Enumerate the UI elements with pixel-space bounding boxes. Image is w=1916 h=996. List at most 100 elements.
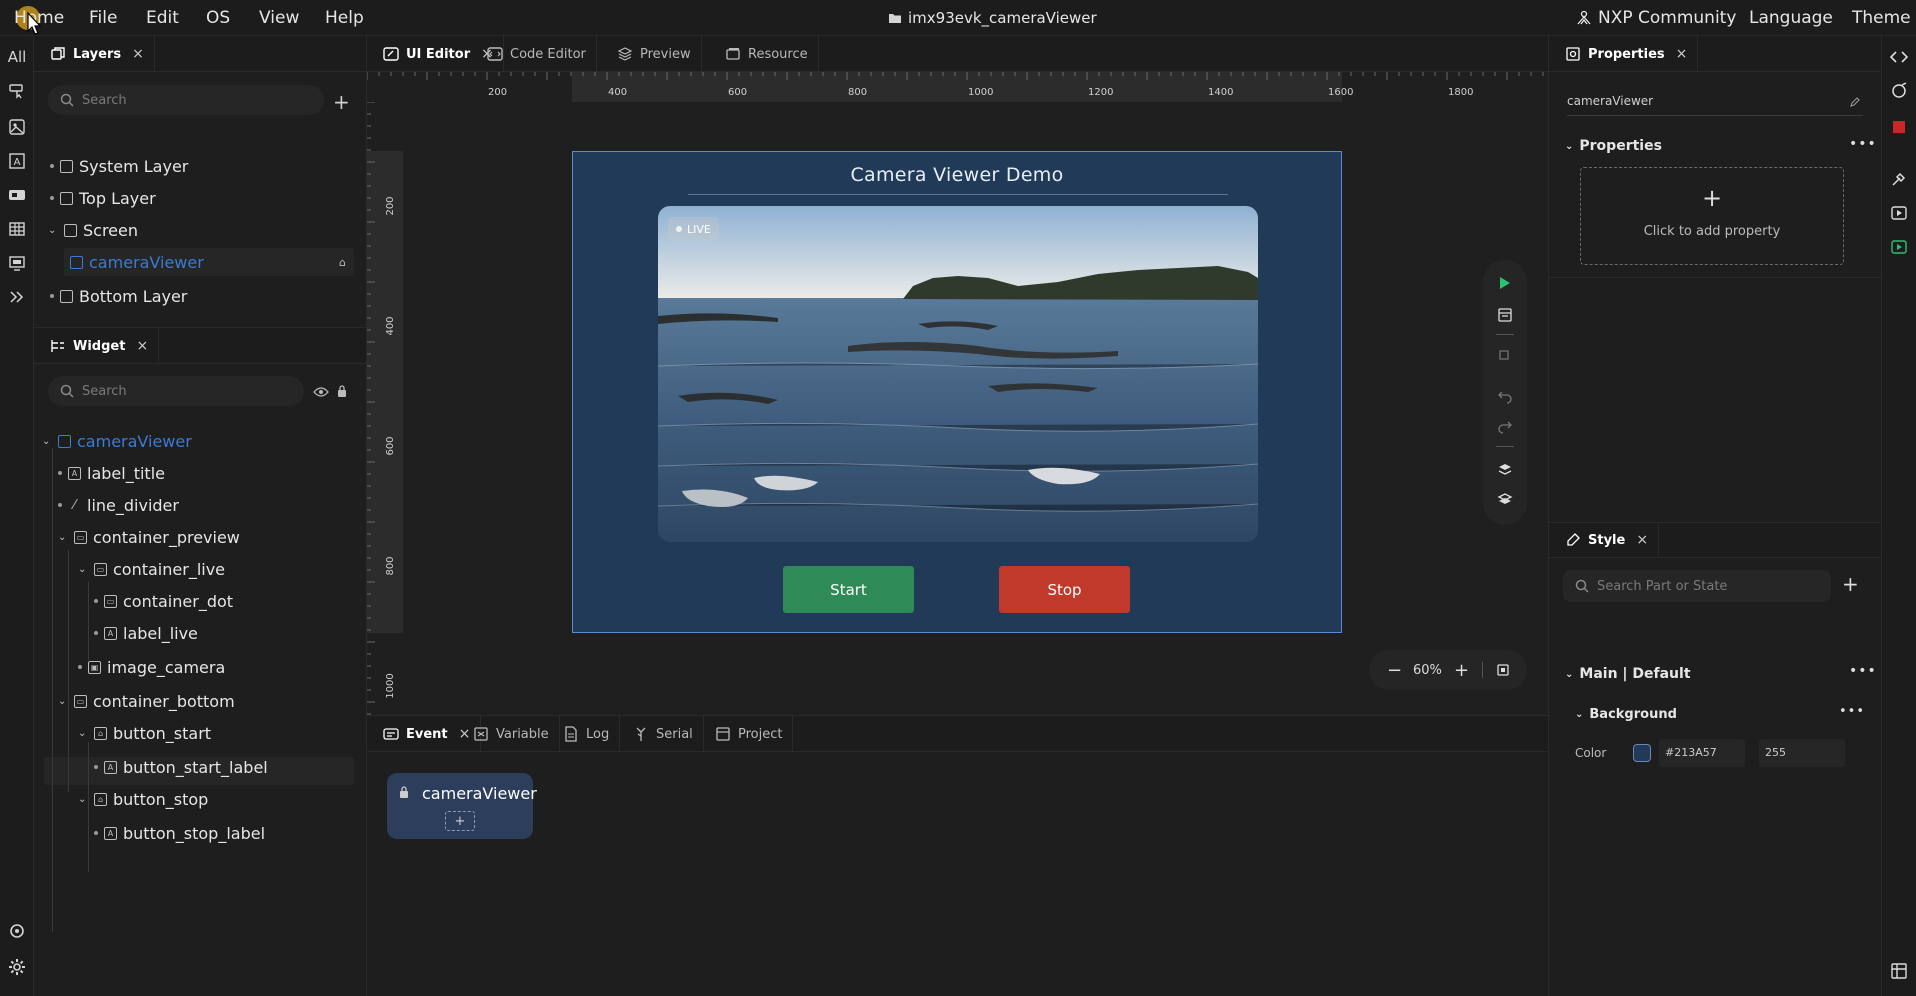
layer-system[interactable]: System Layer	[50, 152, 188, 180]
edit-pencil-icon[interactable]	[1849, 96, 1861, 108]
tab-code-editor[interactable]: Code Editor	[477, 36, 597, 72]
menu-nxp-community[interactable]: NXP Community	[1576, 8, 1736, 28]
run-device-icon[interactable]	[1888, 236, 1910, 258]
label-widget-icon[interactable]: A	[6, 150, 28, 172]
stop-button[interactable]: Stop	[999, 566, 1130, 613]
chevron-down-icon[interactable]: ⌄	[42, 436, 52, 447]
tab-variable[interactable]: Variable	[463, 716, 560, 752]
container-widget-icon[interactable]	[6, 184, 28, 206]
layers-search-input[interactable]: Search	[48, 85, 324, 115]
widget-tree-button-start-label[interactable]: Abutton_start_label	[94, 753, 268, 781]
chevron-down-icon[interactable]: ⌄	[78, 564, 88, 575]
code-icon[interactable]	[1888, 46, 1910, 68]
fit-screen-icon[interactable]	[1497, 664, 1509, 676]
zoom-out-button[interactable]: −	[1387, 660, 1402, 681]
layer-up-icon[interactable]	[1496, 460, 1514, 478]
add-style-button[interactable]: +	[1842, 572, 1859, 596]
layer-top[interactable]: Top Layer	[50, 184, 156, 212]
menu-help[interactable]: Help	[325, 8, 364, 28]
menu-edit[interactable]: Edit	[146, 8, 179, 28]
chevron-down-icon[interactable]: ⌄	[58, 696, 68, 707]
layer-down-icon[interactable]	[1496, 490, 1514, 508]
table-widget-icon[interactable]	[6, 218, 28, 240]
widget-tree-container-dot[interactable]: ▭ container_dot	[94, 587, 233, 615]
stop-square-icon[interactable]	[1888, 116, 1910, 138]
more-options-icon[interactable]: •••	[1839, 704, 1865, 719]
widget-tree-line-divider[interactable]: ⁄ line_divider	[58, 491, 179, 519]
widget-tree-button-stop-label[interactable]: Abutton_stop_label	[94, 819, 265, 847]
copy-style-icon[interactable]	[1496, 346, 1514, 364]
image-widget-icon[interactable]	[6, 116, 28, 138]
chevron-down-icon[interactable]: ⌄	[78, 794, 88, 805]
opacity-input[interactable]: 255	[1759, 739, 1845, 767]
menu-theme[interactable]: Theme	[1852, 8, 1911, 28]
color-hex-input[interactable]: #213A57	[1659, 739, 1745, 767]
widget-tree-image-camera[interactable]: ▣ image_camera	[78, 653, 225, 681]
layer-screen-cameraviewer[interactable]: cameraViewer ⌂	[64, 248, 354, 276]
menu-language[interactable]: Language	[1749, 8, 1833, 28]
layout-panel-icon[interactable]	[1888, 960, 1910, 982]
visibility-eye-icon[interactable]	[313, 386, 329, 398]
redo-icon[interactable]	[1496, 417, 1514, 435]
close-icon[interactable]: ×	[1676, 46, 1688, 62]
run-icon[interactable]	[1496, 274, 1514, 292]
lock-icon[interactable]	[336, 384, 348, 398]
properties-section-header[interactable]: ⌄ Properties	[1565, 138, 1662, 154]
widget-search-input[interactable]: Search	[48, 376, 304, 406]
tab-log[interactable]: Log	[553, 716, 621, 752]
deploy-icon[interactable]	[1888, 202, 1910, 224]
add-property-box[interactable]: + Click to add property	[1580, 167, 1844, 265]
chevron-down-icon[interactable]: ⌄	[78, 728, 88, 739]
tab-project[interactable]: Project	[705, 716, 794, 752]
device-screen[interactable]: Camera Viewer Demo LIVE Start Stop	[572, 151, 1342, 633]
start-button[interactable]: Start	[783, 566, 914, 613]
widget-tree-label-live[interactable]: Alabel_live	[94, 619, 198, 647]
build-tools-icon[interactable]	[1888, 168, 1910, 190]
menu-view[interactable]: View	[259, 8, 299, 28]
widget-tree-cameraviewer[interactable]: ⌄ cameraViewer	[42, 427, 192, 455]
expand-icon[interactable]	[6, 286, 28, 308]
layer-bottom[interactable]: Bottom Layer	[50, 282, 187, 310]
widget-tree-button-stop[interactable]: ⌄ ⌂ button_stop	[78, 785, 208, 813]
main-default-section-header[interactable]: ⌄ Main | Default	[1565, 666, 1691, 682]
close-icon[interactable]: ×	[1636, 532, 1648, 548]
widget-tree-label-title[interactable]: Alabel_title	[58, 459, 165, 487]
more-options-icon[interactable]: •••	[1849, 663, 1877, 679]
color-swatch[interactable]	[1633, 744, 1651, 762]
container-live[interactable]: LIVE	[668, 217, 719, 241]
menu-file[interactable]: File	[89, 8, 117, 28]
object-name-field[interactable]: cameraViewer	[1567, 94, 1863, 116]
event-card[interactable]: cameraViewer +	[387, 773, 537, 839]
settings-gear-icon[interactable]	[6, 956, 28, 978]
document-icon[interactable]	[1496, 306, 1514, 324]
screen-widget-icon[interactable]	[6, 252, 28, 274]
widget-tree-container-live[interactable]: ⌄ ▭ container_live	[78, 555, 225, 583]
label-title[interactable]: Camera Viewer Demo	[573, 164, 1341, 186]
background-section-header[interactable]: ⌄ Background	[1575, 707, 1677, 722]
close-icon[interactable]: ×	[136, 338, 148, 354]
undo-icon[interactable]	[1496, 387, 1514, 405]
add-event-button[interactable]: +	[445, 811, 475, 831]
all-widgets-button[interactable]: All	[6, 46, 28, 68]
tab-widget[interactable]: Widget ×	[40, 328, 160, 364]
tab-properties[interactable]: Properties ×	[1555, 36, 1699, 72]
menu-os[interactable]: OS	[206, 8, 230, 28]
tab-serial[interactable]: Serial	[623, 716, 704, 752]
close-icon[interactable]: ×	[132, 46, 144, 62]
tab-style[interactable]: Style ×	[1555, 523, 1660, 557]
zoom-in-button[interactable]: +	[1454, 660, 1469, 681]
tab-layers[interactable]: Layers ×	[40, 36, 155, 72]
tab-resource[interactable]: Resource	[715, 36, 819, 72]
widget-tree-button-start[interactable]: ⌄ ⌂ button_start	[78, 719, 211, 747]
palette-icon[interactable]	[1888, 80, 1910, 102]
more-options-icon[interactable]: •••	[1849, 136, 1877, 152]
widget-tree-container-bottom[interactable]: ⌄ ▭ container_bottom	[58, 687, 235, 715]
add-layer-button[interactable]: +	[333, 90, 350, 114]
button-widget-icon[interactable]	[6, 80, 28, 102]
widget-tree-container-preview[interactable]: ⌄ ▭ container_preview	[58, 523, 240, 551]
image-camera[interactable]: LIVE	[658, 206, 1258, 542]
chevron-down-icon[interactable]: ⌄	[48, 225, 58, 236]
style-search-input[interactable]: Search Part or State	[1563, 570, 1831, 602]
tab-preview[interactable]: Preview	[607, 36, 702, 72]
layer-screen[interactable]: ⌄ Screen	[48, 216, 138, 244]
